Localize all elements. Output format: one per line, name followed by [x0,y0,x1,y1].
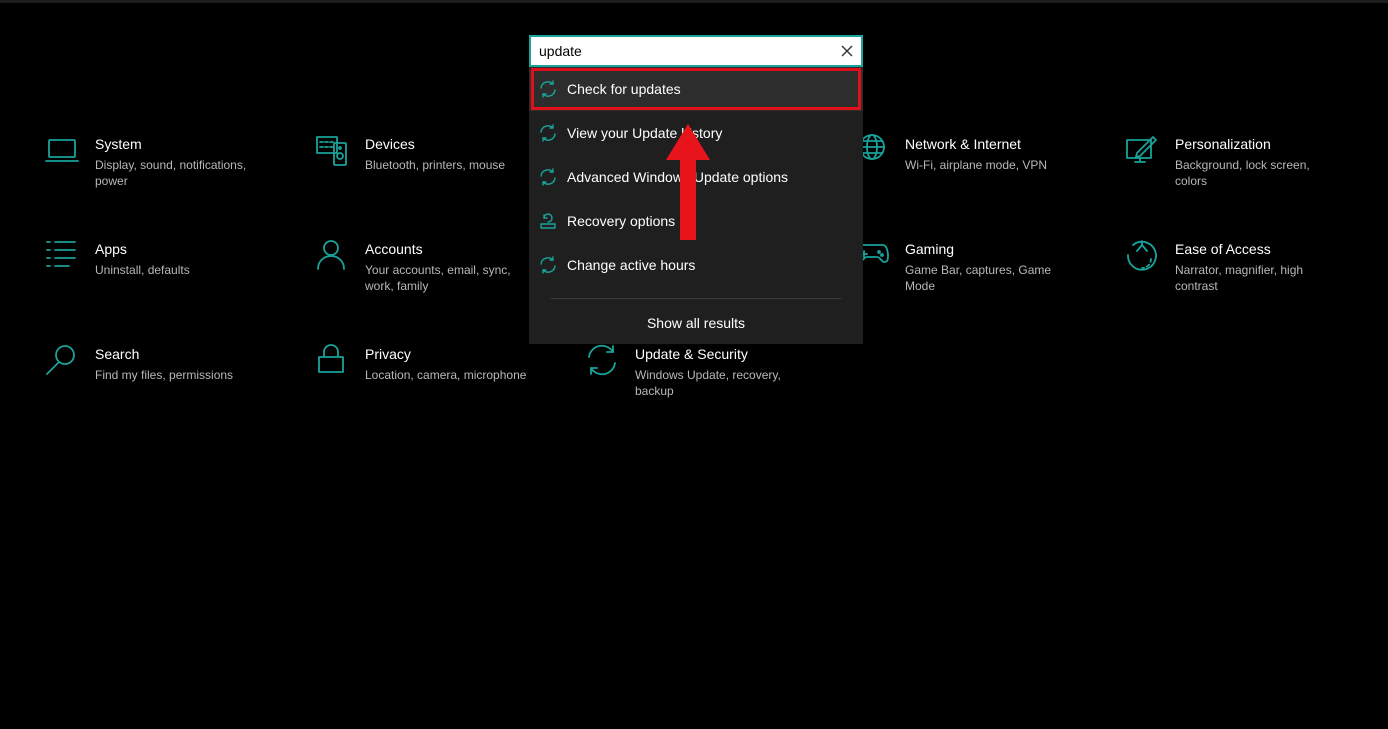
search-result-view-update-history[interactable]: View your Update history [529,111,863,155]
tile-personalization[interactable]: Personalization Background, lock screen,… [1125,134,1375,204]
devices-icon [315,134,349,168]
tile-description: Bluetooth, printers, mouse [365,158,506,172]
show-all-results-link[interactable]: Show all results [529,307,863,339]
tile-description: Narrator, magnifier, high contrast [1175,263,1304,293]
tile-title: Personalization [1175,136,1271,152]
tile-title: Privacy [365,346,411,362]
close-icon[interactable] [839,43,855,59]
tile-description: Game Bar, captures, Game Mode [905,263,1052,293]
tile-description: Location, camera, microphone [365,368,527,382]
search-result-change-active-hours[interactable]: Change active hours [529,243,863,287]
refresh-icon [585,344,619,378]
tile-title: Network & Internet [905,136,1021,152]
search-result-label: Check for updates [567,81,681,97]
tile-privacy[interactable]: Privacy Location, camera, microphone [315,344,565,414]
laptop-icon [45,134,79,168]
search-result-label: Advanced Windows Update options [567,169,789,185]
refresh-icon [539,256,557,274]
paint-icon [1125,134,1159,168]
search-result-check-for-updates[interactable]: Check for updates [529,67,863,111]
search-result-label: Recovery options [567,213,676,229]
search-input[interactable] [539,37,829,65]
lock-icon [315,344,349,378]
tile-accounts[interactable]: Accounts Your accounts, email, sync, wor… [315,239,565,309]
tile-gaming[interactable]: Gaming Game Bar, captures, Game Mode [855,239,1105,309]
tile-description: Your accounts, email, sync, work, family [365,263,511,293]
tile-ease-of-access[interactable]: Ease of Access Narrator, magnifier, high… [1125,239,1375,309]
tile-title: Ease of Access [1175,241,1271,257]
tile-description: Find my files, permissions [95,368,234,382]
refresh-icon [539,124,557,142]
tile-update-security[interactable]: Update & Security Windows Update, recove… [585,344,835,414]
window-top-edge [0,0,1388,3]
refresh-icon [539,80,557,98]
tile-description: Display, sound, notifications, power [95,158,247,188]
search-result-advanced-update-options[interactable]: Advanced Windows Update options [529,155,863,199]
recovery-icon [539,212,557,230]
tile-system[interactable]: System Display, sound, notifications, po… [45,134,295,204]
refresh-icon [539,168,557,186]
search-result-recovery-options[interactable]: Recovery options [529,199,863,243]
tile-title: System [95,136,142,152]
search-results-dropdown: Check for updates View your Update histo… [529,67,863,344]
search-result-label: View your Update history [567,125,723,141]
apps-list-icon [45,239,79,273]
tile-apps[interactable]: Apps Uninstall, defaults [45,239,295,309]
tile-search[interactable]: Search Find my files, permissions [45,344,295,414]
tile-title: Devices [365,136,415,152]
tile-devices[interactable]: Devices Bluetooth, printers, mouse [315,134,565,204]
tile-title: Gaming [905,241,955,257]
tile-title: Update & Security [635,346,748,362]
search-result-label: Change active hours [567,257,696,273]
person-icon [315,239,349,273]
settings-search-box[interactable] [529,35,863,67]
tile-description: Uninstall, defaults [95,263,190,277]
search-icon [45,344,79,378]
tile-description: Background, lock screen, colors [1175,158,1310,188]
tile-title: Apps [95,241,127,257]
divider [551,298,841,299]
ease-of-access-icon [1125,239,1159,273]
tile-network-internet[interactable]: Network & Internet Wi-Fi, airplane mode,… [855,134,1105,204]
tile-title: Accounts [365,241,423,257]
tile-description: Wi-Fi, airplane mode, VPN [905,158,1048,172]
tile-title: Search [95,346,140,362]
tile-description: Windows Update, recovery, backup [635,368,781,398]
